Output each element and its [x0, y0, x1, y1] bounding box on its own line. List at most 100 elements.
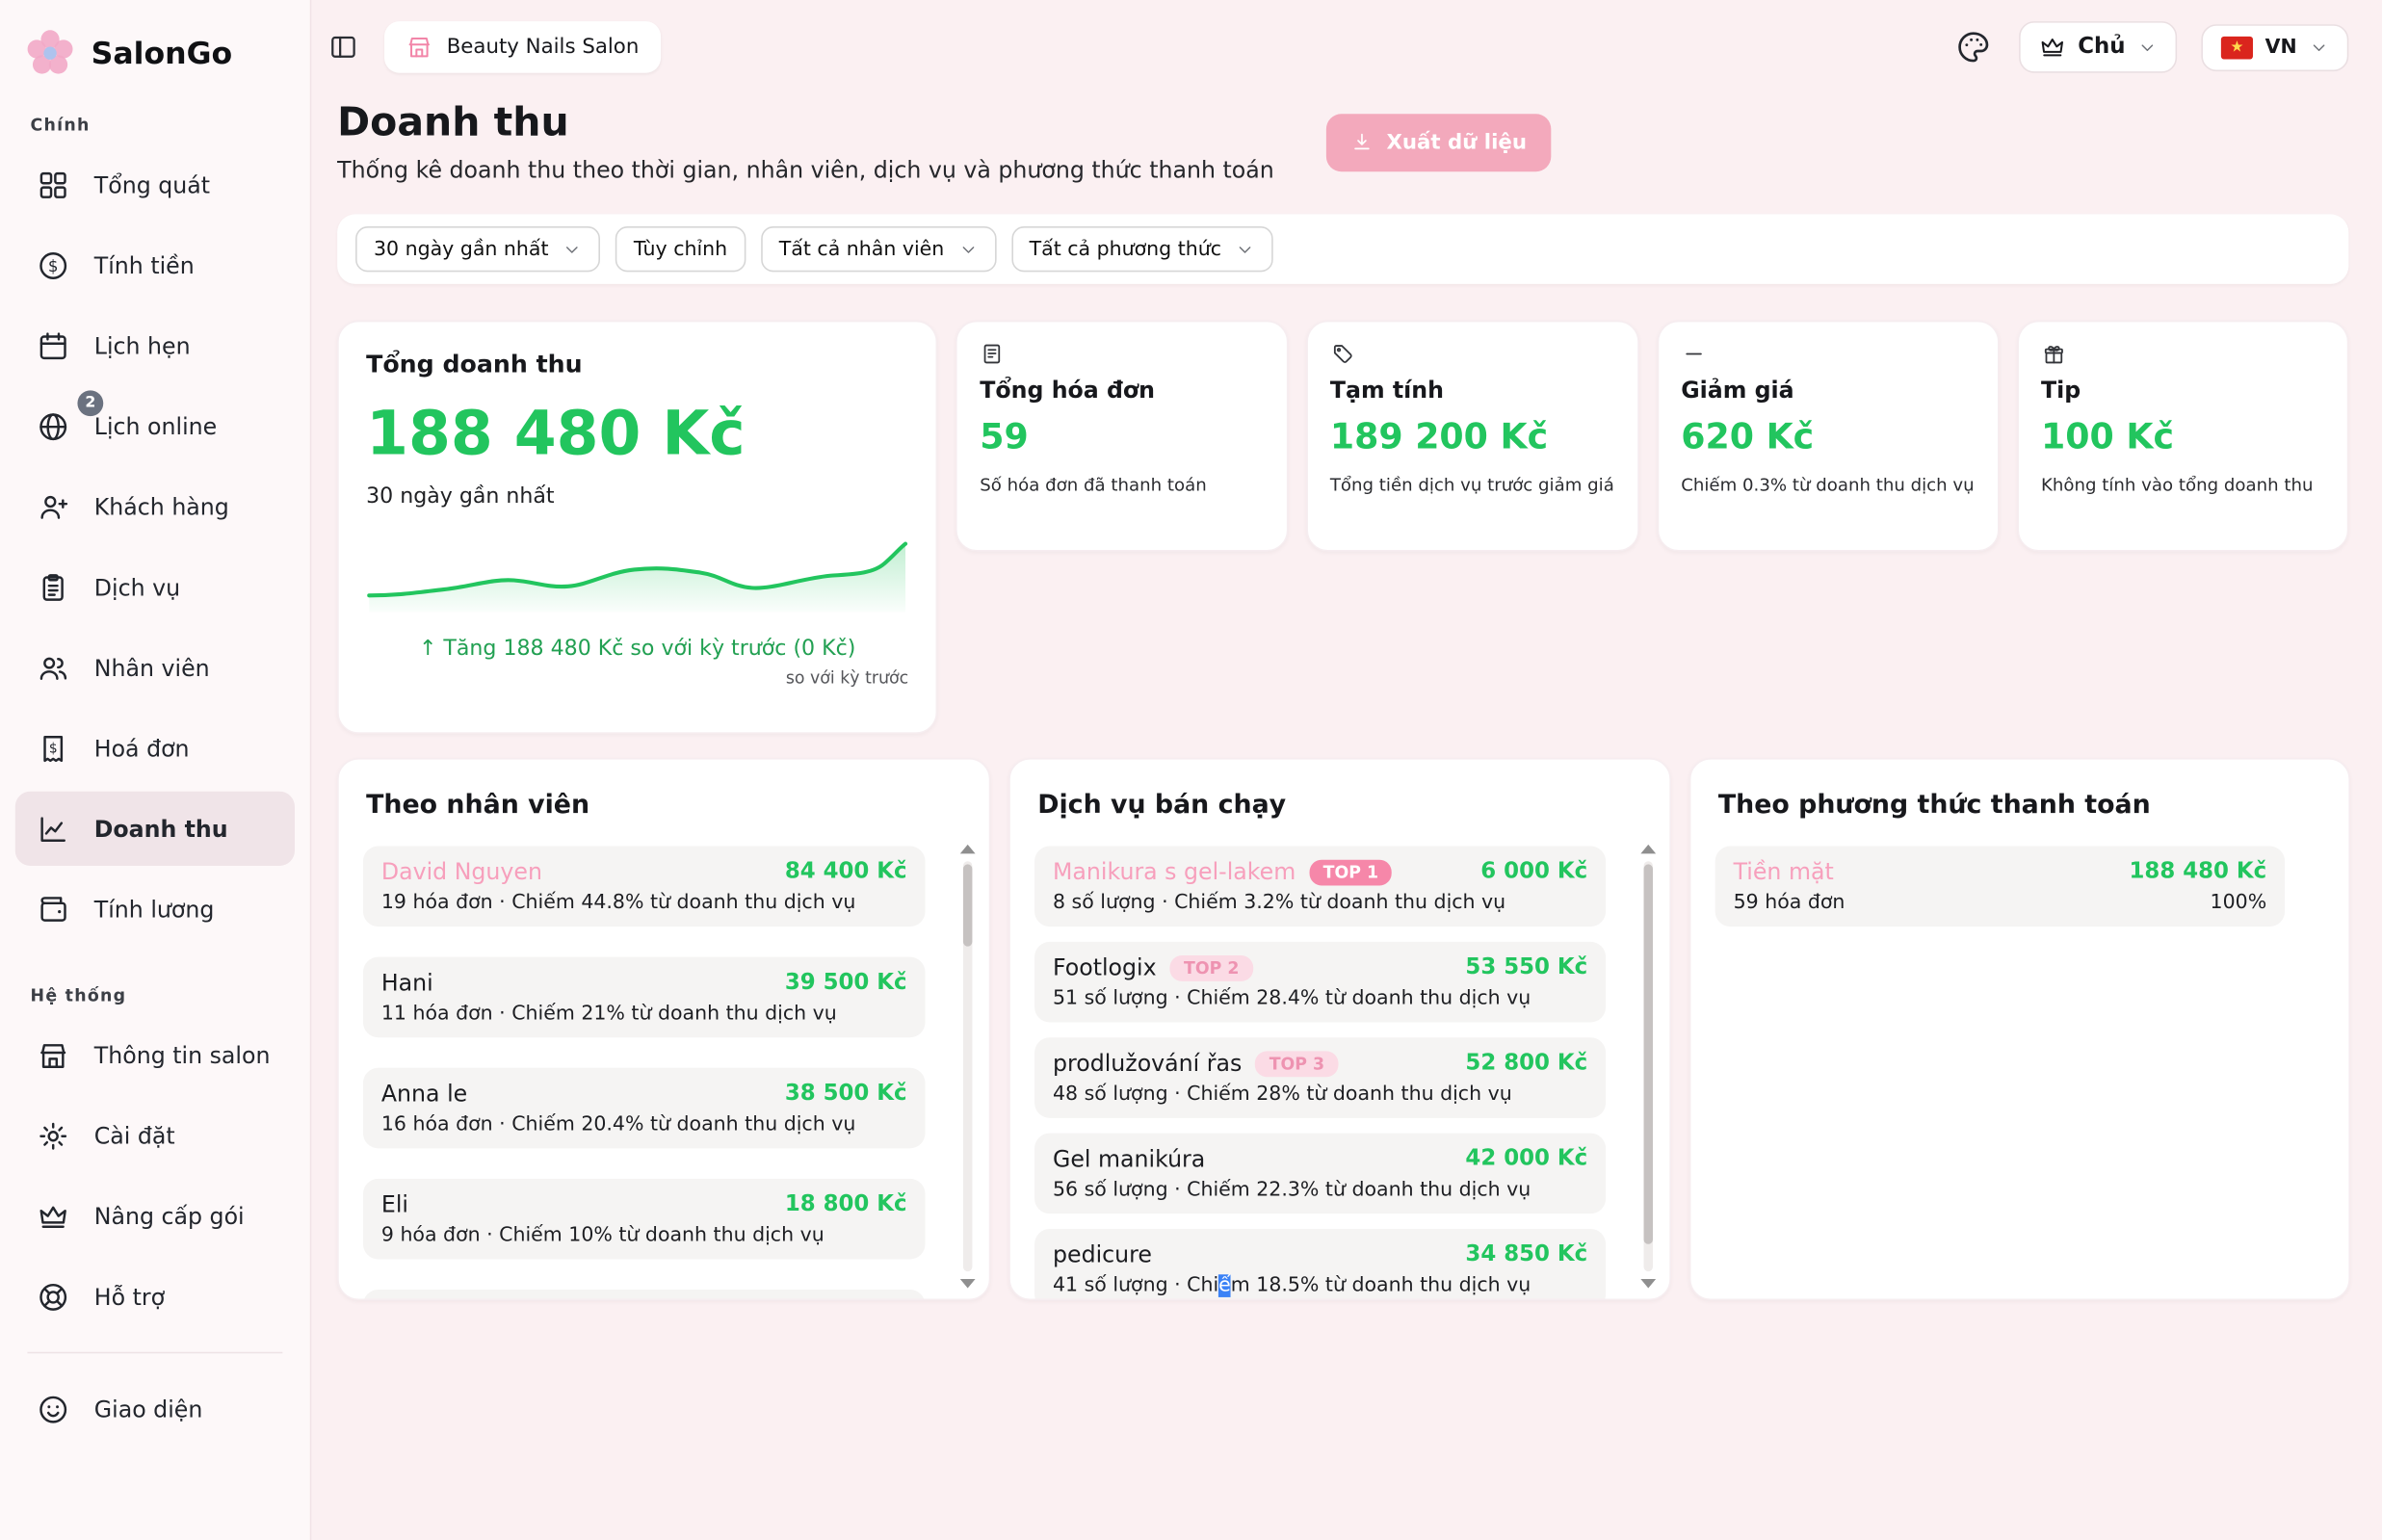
payment-method-filter-select[interactable]: Tất cả phương thức	[1011, 226, 1273, 272]
page-subtitle: Thống kê doanh thu theo thời gian, nhân …	[337, 156, 1274, 183]
sidebar-item-customers[interactable]: Khách hàng	[15, 469, 295, 543]
wallet-icon	[37, 893, 70, 927]
total-revenue-period: 30 ngày gần nhất	[366, 484, 908, 509]
service-amount: 52 800 Kč	[1465, 1051, 1587, 1075]
card-caption: Chiếm 0.3% từ doanh thu dịch vụ	[1681, 474, 1974, 495]
scrollbar-track[interactable]	[963, 861, 972, 1271]
sidebar-item-label: Dịch vụ	[94, 573, 180, 600]
sidebar-item-support[interactable]: Hỗ trợ	[15, 1259, 295, 1333]
total-invoices-card: Tổng hóa đơn 59 Số hóa đơn đã thanh toán	[955, 321, 1288, 552]
staff-caption: 16 hóa đơn · Chiếm 20.4% từ doanh thu dị…	[381, 1113, 907, 1136]
sidebar-item-billing[interactable]: Tính tiền	[15, 228, 295, 302]
sidebar-item-appointments[interactable]: Lịch hẹn	[15, 308, 295, 382]
tip-card: Tip 100 Kč Không tính vào tổng doanh thu	[2017, 321, 2349, 552]
sidebar-item-invoices[interactable]: Hoá đơn	[15, 711, 295, 785]
sidebar-item-online-booking[interactable]: 2 Lịch online	[15, 389, 295, 463]
period-select[interactable]: 30 ngày gần nhất	[355, 226, 600, 272]
sidebar-section-system: Hệ thống	[0, 965, 310, 1018]
staff-row[interactable]: Anna le 38 500 Kč 16 hóa đơn · Chiếm 20.…	[363, 1068, 926, 1149]
sidebar-item-revenue[interactable]: Doanh thu	[15, 792, 295, 866]
card-title: Giảm giá	[1681, 377, 1974, 404]
staff-name: Anna le	[381, 1080, 467, 1107]
discount-card: Giảm giá 620 Kč Chiếm 0.3% từ doanh thu …	[1657, 321, 1999, 552]
role-menu-button[interactable]: Chủ	[2019, 21, 2177, 73]
service-name: Footlogix TOP 2	[1053, 953, 1253, 980]
sidebar-item-label: Lịch hẹn	[94, 332, 191, 359]
sidebar-item-overview[interactable]: Tổng quát	[15, 147, 295, 222]
payment-row[interactable]: Tiền mặt 188 480 Kč 59 hóa đơn 100%	[1715, 847, 2285, 927]
sidebar-item-label: Hỗ trợ	[94, 1283, 165, 1310]
scroll-down-arrow[interactable]	[1640, 1279, 1656, 1288]
staff-list: David Nguyen 84 400 Kč 19 hóa đơn · Chiế…	[363, 847, 965, 1301]
period-select-value: 30 ngày gần nhất	[374, 238, 549, 261]
sidebar-item-settings[interactable]: Cài đặt	[15, 1098, 295, 1172]
payment-caption: 59 hóa đơn	[1734, 892, 1845, 915]
custom-range-button[interactable]: Tùy chỉnh	[615, 226, 746, 272]
card-title: Tạm tính	[1330, 377, 1614, 404]
trend-text: Tăng 188 480 Kč so với kỳ trước (0 Kč)	[443, 637, 855, 661]
sidebar-item-label: Tính tiền	[94, 251, 195, 278]
sidebar-item-services[interactable]: Dịch vụ	[15, 550, 295, 624]
scrollbar-thumb[interactable]	[963, 864, 972, 946]
service-row[interactable]: Manikura s gel-lakem TOP 1 6 000 Kč 8 số…	[1034, 847, 1606, 927]
sidebar-divider	[27, 1352, 282, 1354]
staff-panel: Theo nhân viên David Nguyen 84 400 Kč 19…	[337, 758, 990, 1300]
service-row[interactable]: pedicure 34 850 Kč 41 số lượng · Chiếm 1…	[1034, 1229, 1606, 1300]
store-icon	[406, 34, 432, 61]
service-row[interactable]: Footlogix TOP 2 53 550 Kč 51 số lượng · …	[1034, 942, 1606, 1023]
staff-caption: 9 hóa đơn · Chiếm 10% từ doanh thu dịch …	[381, 1224, 907, 1247]
sidebar-collapse-button[interactable]	[324, 27, 363, 66]
clipboard-icon	[37, 570, 70, 604]
theme-palette-button[interactable]	[1951, 26, 1994, 68]
scrollbar-track[interactable]	[1644, 861, 1653, 1271]
chevron-down-icon	[957, 239, 978, 259]
service-caption: 41 số lượng · Chiếm 18.5% từ doanh thu d…	[1053, 1274, 1587, 1297]
scroll-down-arrow[interactable]	[960, 1279, 976, 1288]
vietnam-flag-icon: ★	[2221, 36, 2253, 59]
language-menu-button[interactable]: ★ VN	[2201, 23, 2348, 70]
top-rank-badge: TOP 3	[1256, 1051, 1339, 1077]
palette-icon	[1954, 29, 1991, 65]
staff-row[interactable]	[363, 1290, 926, 1300]
service-row[interactable]: Gel manikúra 42 000 Kč 56 số lượng · Chi…	[1034, 1134, 1606, 1214]
staff-row[interactable]: David Nguyen 84 400 Kč 19 hóa đơn · Chiế…	[363, 847, 926, 927]
service-name: pedicure	[1053, 1241, 1152, 1268]
download-icon	[1350, 131, 1374, 154]
chevron-down-icon	[2137, 38, 2158, 58]
page-header: Doanh thu Thống kê doanh thu theo thời g…	[337, 100, 2348, 184]
sidebar-item-theme[interactable]: Giao diện	[15, 1371, 295, 1446]
scroll-up-arrow[interactable]	[960, 845, 976, 853]
staff-scrollbar	[960, 845, 976, 1289]
staff-row[interactable]: Hani 39 500 Kč 11 hóa đơn · Chiếm 21% từ…	[363, 957, 926, 1038]
service-amount: 6 000 Kč	[1480, 860, 1587, 884]
card-value: 189 200 Kč	[1330, 418, 1614, 457]
top-rank-badge: TOP 2	[1170, 954, 1253, 980]
staff-caption: 19 hóa đơn · Chiếm 44.8% từ doanh thu dị…	[381, 892, 907, 915]
scrollbar-thumb[interactable]	[1644, 864, 1653, 1243]
chevron-down-icon	[2309, 38, 2329, 58]
services-panel-title: Dịch vụ bán chạy	[1037, 790, 1645, 821]
receipt-icon	[37, 731, 70, 765]
sidebar-item-upgrade[interactable]: Nâng cấp gói	[15, 1179, 295, 1253]
total-revenue-value: 188 480 Kč	[366, 400, 908, 470]
compare-note: so với kỳ trước	[366, 668, 908, 689]
services-list: Manikura s gel-lakem TOP 1 6 000 Kč 8 số…	[1034, 847, 1645, 1301]
main-content: Doanh thu Thống kê doanh thu theo thời g…	[311, 94, 2382, 1540]
staff-row[interactable]: Eli 18 800 Kč 9 hóa đơn · Chiếm 10% từ d…	[363, 1179, 926, 1260]
services-panel: Dịch vụ bán chạy Manikura s gel-lakem TO…	[1008, 758, 1671, 1300]
service-amount: 53 550 Kč	[1465, 955, 1587, 979]
sidebar-item-staff[interactable]: Nhân viên	[15, 631, 295, 705]
topbar: Beauty Nails Salon Chủ ★ VN	[311, 0, 2382, 94]
service-row[interactable]: prodlužování řas TOP 3 52 800 Kč 48 số l…	[1034, 1037, 1606, 1118]
sidebar-item-payroll[interactable]: Tính lương	[15, 872, 295, 946]
salon-badge[interactable]: Beauty Nails Salon	[384, 21, 660, 73]
staff-name: David Nguyen	[381, 858, 542, 885]
payments-list: Tiền mặt 188 480 Kč 59 hóa đơn 100%	[1715, 847, 2324, 927]
export-data-button[interactable]: Xuất dữ liệu	[1325, 114, 1551, 171]
scroll-up-arrow[interactable]	[1640, 845, 1656, 853]
sidebar-item-label: Nâng cấp gói	[94, 1202, 245, 1229]
staff-amount: 39 500 Kč	[785, 971, 907, 995]
staff-panel-title: Theo nhân viên	[366, 790, 964, 821]
sidebar-item-salon-info[interactable]: Thông tin salon	[15, 1018, 295, 1092]
staff-filter-select[interactable]: Tất cả nhân viên	[761, 226, 996, 272]
